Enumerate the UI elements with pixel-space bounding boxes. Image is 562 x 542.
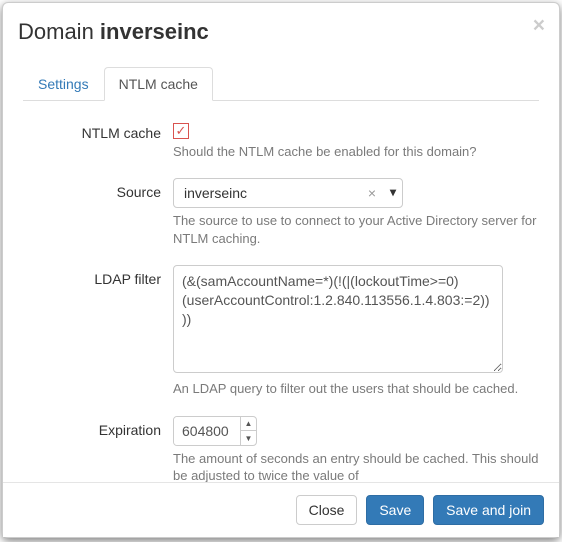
expiration-help: The amount of seconds an entry should be…: [173, 450, 539, 482]
title-domain-name: inverseinc: [100, 19, 209, 44]
tab-ntlm-cache[interactable]: NTLM cache: [104, 67, 213, 101]
spinner-buttons: ▲ ▼: [240, 417, 256, 445]
expiration-label: Expiration: [23, 416, 173, 482]
modal-body: Settings NTLM cache NTLM cache ✓ Should …: [3, 57, 559, 482]
source-help: The source to use to connect to your Act…: [173, 212, 539, 247]
ldap-filter-help: An LDAP query to filter out the users th…: [173, 380, 539, 398]
modal-title: Domain inverseinc: [18, 18, 544, 47]
source-select[interactable]: inverseinc × ▾: [173, 178, 403, 208]
spinner-up-icon[interactable]: ▲: [241, 417, 256, 432]
tab-ntlm-cache-label: NTLM cache: [104, 67, 213, 101]
close-button[interactable]: Close: [296, 495, 358, 525]
ldap-filter-label: LDAP filter: [23, 265, 173, 412]
title-prefix: Domain: [18, 19, 100, 44]
ntlm-cache-help: Should the NTLM cache be enabled for thi…: [173, 143, 539, 161]
ntlm-cache-label: NTLM cache: [23, 119, 173, 175]
save-and-join-button[interactable]: Save and join: [433, 495, 544, 525]
chevron-down-icon[interactable]: ▾: [390, 185, 396, 199]
domain-modal: × Domain inverseinc Settings NTLM cache …: [2, 2, 560, 538]
modal-header: × Domain inverseinc: [3, 3, 559, 57]
source-label: Source: [23, 178, 173, 261]
tabs: Settings NTLM cache: [23, 67, 539, 101]
save-button[interactable]: Save: [366, 495, 424, 525]
tab-settings[interactable]: Settings: [23, 67, 104, 101]
spinner-down-icon[interactable]: ▼: [241, 431, 256, 445]
modal-footer: Close Save Save and join: [3, 482, 559, 537]
tab-settings-label: Settings: [23, 67, 104, 101]
expiration-input[interactable]: [174, 417, 240, 445]
ntlm-cache-checkbox[interactable]: ✓: [173, 123, 189, 139]
ldap-filter-textarea[interactable]: [173, 265, 503, 373]
clear-icon[interactable]: ×: [368, 185, 376, 201]
source-value: inverseinc: [184, 185, 247, 201]
close-icon[interactable]: ×: [533, 15, 545, 36]
expiration-stepper[interactable]: ▲ ▼: [173, 416, 257, 446]
